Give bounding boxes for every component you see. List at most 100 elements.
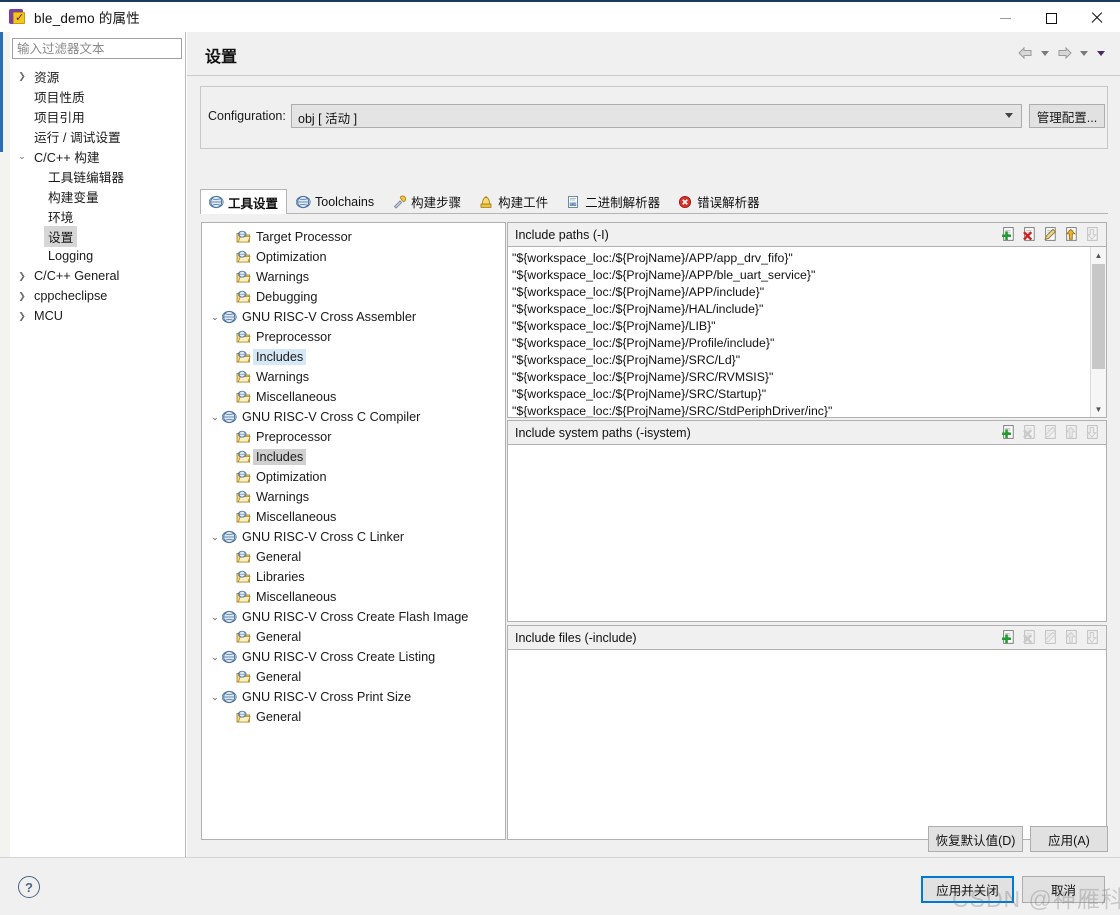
tool-tree-item[interactable]: Warnings (202, 367, 505, 387)
tool-tree-item[interactable]: General (202, 667, 505, 687)
chevron-down-icon[interactable]: ⌄ (208, 532, 222, 543)
chevron-right-icon[interactable]: ❯ (14, 271, 30, 282)
tool-tree-item[interactable]: Debugging (202, 287, 505, 307)
forward-dropdown-icon[interactable] (1080, 50, 1088, 56)
tool-tree-item[interactable]: ⌄ GNU RISC-V Cross C Linker (202, 527, 505, 547)
include-system-paths-list[interactable] (508, 445, 1106, 621)
filter-input[interactable]: 输入过滤器文本 (12, 38, 182, 59)
tool-tree-item[interactable]: Miscellaneous (202, 387, 505, 407)
sidebar-item-1[interactable]: 项目性质 (10, 86, 186, 106)
close-button[interactable] (1074, 2, 1120, 34)
add-icon[interactable] (1001, 226, 1018, 243)
configuration-select[interactable]: obj [ 活动 ] (291, 104, 1022, 128)
list-item[interactable]: "${workspace_loc:/${ProjName}/APP/ble_ua… (508, 267, 1090, 284)
tool-tree-item[interactable]: ⌄ GNU RISC-V Cross Assembler (202, 307, 505, 327)
include-paths-list[interactable]: "${workspace_loc:/${ProjName}/APP/app_dr… (508, 247, 1090, 417)
tool-tree-item[interactable]: Includes (202, 447, 505, 467)
scrollbar-thumb[interactable] (1092, 264, 1105, 369)
sidebar-item-0[interactable]: ❯ 资源 (10, 66, 186, 86)
tool-tree-item[interactable]: General (202, 707, 505, 727)
restore-defaults-button[interactable]: 恢复默认值(D) (928, 826, 1023, 852)
scroll-down-icon[interactable]: ▼ (1091, 401, 1106, 417)
add-icon[interactable] (1001, 629, 1018, 646)
tool-tree-item[interactable]: General (202, 627, 505, 647)
chevron-down-icon[interactable]: ⌄ (208, 312, 222, 323)
tab-4[interactable]: 010 二进制解析器 (557, 189, 669, 213)
chevron-down-icon[interactable]: ⌄ (208, 412, 222, 423)
include-paths-scrollbar[interactable]: ▲ ▼ (1090, 247, 1106, 417)
add-icon[interactable] (1001, 424, 1018, 441)
option-folder-icon (236, 710, 253, 724)
tool-tree-item[interactable]: Libraries (202, 567, 505, 587)
tool-tree-item[interactable]: General (202, 547, 505, 567)
list-item[interactable]: "${workspace_loc:/${ProjName}/Profile/in… (508, 335, 1090, 352)
move-up-icon[interactable] (1064, 226, 1081, 243)
tab-1[interactable]: Toolchains (287, 189, 383, 213)
list-item[interactable]: "${workspace_loc:/${ProjName}/APP/app_dr… (508, 250, 1090, 267)
tab-0[interactable]: 工具设置 (200, 189, 288, 214)
scroll-up-icon[interactable]: ▲ (1091, 247, 1106, 263)
back-arrow-icon[interactable] (1016, 44, 1035, 62)
sidebar-item-10[interactable]: ❯ C/C++ General (10, 266, 186, 286)
sidebar-item-2[interactable]: 项目引用 (10, 106, 186, 126)
manage-configurations-button[interactable]: 管理配置... (1029, 104, 1105, 128)
tool-tree-item[interactable]: ⌄ GNU RISC-V Cross Create Flash Image (202, 607, 505, 627)
apply-button[interactable]: 应用(A) (1030, 826, 1108, 852)
sidebar-item-9[interactable]: Logging (10, 246, 186, 266)
list-item[interactable]: "${workspace_loc:/${ProjName}/SRC/Startu… (508, 386, 1090, 403)
sidebar-item-12[interactable]: ❯ MCU (10, 306, 186, 326)
tool-tree-item[interactable]: Includes (202, 347, 505, 367)
list-item[interactable]: "${workspace_loc:/${ProjName}/APP/includ… (508, 284, 1090, 301)
list-item[interactable]: "${workspace_loc:/${ProjName}/LIB}" (508, 318, 1090, 335)
tab-3[interactable]: 构建工件 (470, 189, 557, 213)
tool-tree-label: Optimization (256, 250, 327, 264)
tab-2[interactable]: 构建步骤 (383, 189, 470, 213)
tool-tree-item[interactable]: ⌄ GNU RISC-V Cross C Compiler (202, 407, 505, 427)
forward-arrow-icon[interactable] (1055, 44, 1074, 62)
chevron-down-icon[interactable]: ⌄ (208, 692, 222, 703)
sidebar-item-5[interactable]: 工具链编辑器 (10, 166, 186, 186)
back-dropdown-icon[interactable] (1041, 50, 1049, 56)
apply-and-close-button[interactable]: 应用并关闭 (921, 876, 1014, 903)
delete-icon[interactable] (1022, 226, 1039, 243)
view-menu-icon[interactable] (1097, 50, 1105, 56)
window-controls (982, 2, 1120, 34)
chevron-down-icon[interactable]: ⌄ (14, 151, 30, 162)
sidebar-item-8[interactable]: 设置 (10, 225, 186, 247)
chevron-down-icon[interactable]: ⌄ (208, 612, 222, 623)
sidebar-item-4[interactable]: ⌄ C/C++ 构建 (10, 146, 186, 166)
sidebar-item-3[interactable]: 运行 / 调试设置 (10, 126, 186, 146)
list-item[interactable]: "${workspace_loc:/${ProjName}/SRC/StdPer… (508, 403, 1090, 417)
tool-tree-item[interactable]: Miscellaneous (202, 587, 505, 607)
sidebar-item-7[interactable]: 环境 (10, 206, 186, 226)
list-item[interactable]: "${workspace_loc:/${ProjName}/HAL/includ… (508, 301, 1090, 318)
chevron-right-icon[interactable]: ❯ (14, 311, 30, 322)
edit-icon[interactable] (1043, 226, 1060, 243)
tool-icon (222, 610, 239, 624)
tool-tree-item[interactable]: Preprocessor (202, 327, 505, 347)
tool-tree-item[interactable]: Target Processor (202, 227, 505, 247)
chevron-right-icon[interactable]: ❯ (14, 71, 30, 82)
minimize-button[interactable] (982, 2, 1028, 34)
tool-tree-item[interactable]: Warnings (202, 487, 505, 507)
tool-tree-item[interactable]: Warnings (202, 267, 505, 287)
maximize-button[interactable] (1028, 2, 1074, 34)
help-icon[interactable]: ? (18, 876, 40, 898)
sidebar-item-label: 项目引用 (34, 110, 85, 125)
chevron-right-icon[interactable]: ❯ (14, 291, 30, 302)
tool-tree-item[interactable]: ⌄ GNU RISC-V Cross Create Listing (202, 647, 505, 667)
include-files-list[interactable] (508, 650, 1106, 839)
tab-5[interactable]: 错误解析器 (669, 189, 769, 213)
cancel-button[interactable]: 取消 (1022, 876, 1105, 903)
list-item[interactable]: "${workspace_loc:/${ProjName}/SRC/Ld}" (508, 352, 1090, 369)
tool-tree-item[interactable]: Optimization (202, 247, 505, 267)
chevron-down-icon[interactable]: ⌄ (208, 652, 222, 663)
tool-tree-item[interactable]: Miscellaneous (202, 507, 505, 527)
tool-tree-item[interactable]: ⌄ GNU RISC-V Cross Print Size (202, 687, 505, 707)
tool-tree-item[interactable]: Preprocessor (202, 427, 505, 447)
list-item[interactable]: "${workspace_loc:/${ProjName}/SRC/RVMSIS… (508, 369, 1090, 386)
sidebar-item-11[interactable]: ❯ cppcheclipse (10, 286, 186, 306)
tool-tree[interactable]: Target Processor Optimization Warnings Debu… (201, 222, 506, 840)
tool-tree-item[interactable]: Optimization (202, 467, 505, 487)
sidebar-item-6[interactable]: 构建变量 (10, 186, 186, 206)
